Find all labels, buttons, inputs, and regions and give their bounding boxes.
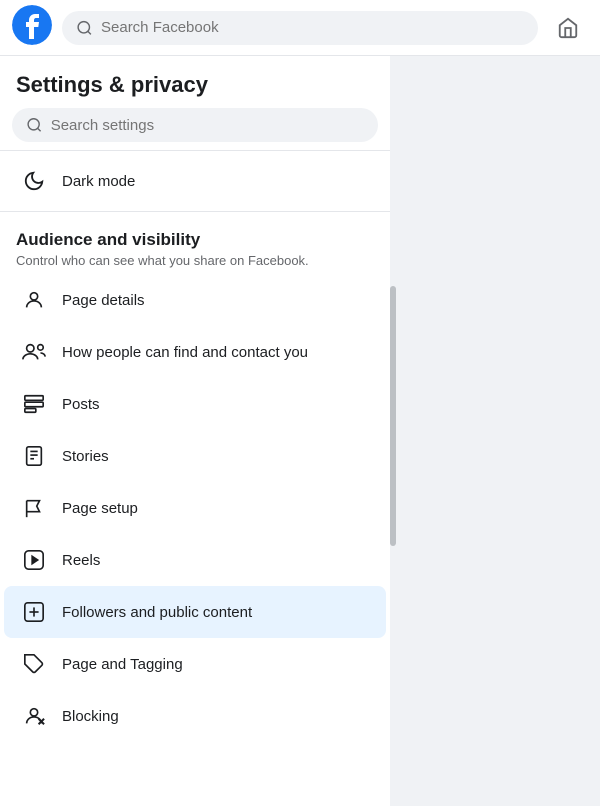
stories-icon bbox=[20, 442, 48, 470]
audience-section-header: Audience and visibility Control who can … bbox=[0, 216, 390, 274]
people-icon bbox=[20, 338, 48, 366]
blocking-label: Blocking bbox=[62, 708, 119, 725]
posts-icon bbox=[20, 390, 48, 418]
menu-item-reels[interactable]: Reels bbox=[4, 534, 386, 586]
divider-2 bbox=[0, 211, 390, 212]
facebook-logo[interactable] bbox=[12, 5, 52, 50]
search-icon bbox=[76, 19, 93, 37]
dark-mode-label: Dark mode bbox=[62, 173, 135, 190]
panel-title: Settings & privacy bbox=[0, 56, 390, 108]
page-tagging-label: Page and Tagging bbox=[62, 656, 183, 673]
flag-icon bbox=[20, 494, 48, 522]
dark-mode-icon bbox=[20, 167, 48, 195]
menu-item-followers[interactable]: Followers and public content bbox=[4, 586, 386, 638]
menu-item-stories[interactable]: Stories bbox=[4, 430, 386, 482]
divider-1 bbox=[0, 150, 390, 151]
followers-icon bbox=[20, 598, 48, 626]
menu-item-page-details[interactable]: Page details bbox=[4, 274, 386, 326]
menu-item-posts[interactable]: Posts bbox=[4, 378, 386, 430]
find-contact-label: How people can find and contact you bbox=[62, 344, 308, 361]
top-header bbox=[0, 0, 600, 56]
left-panel: Settings & privacy Dark mode Audience an… bbox=[0, 56, 390, 806]
menu-item-blocking[interactable]: Blocking bbox=[4, 690, 386, 742]
home-icon bbox=[557, 17, 579, 39]
reels-label: Reels bbox=[62, 552, 100, 569]
person-icon bbox=[20, 286, 48, 314]
menu-item-page-setup[interactable]: Page setup bbox=[4, 482, 386, 534]
posts-label: Posts bbox=[62, 396, 100, 413]
settings-search-icon bbox=[26, 116, 43, 134]
page-setup-label: Page setup bbox=[62, 500, 138, 517]
reels-icon bbox=[20, 546, 48, 574]
page-details-label: Page details bbox=[62, 292, 145, 309]
search-settings-input[interactable] bbox=[51, 117, 364, 134]
search-facebook-input[interactable] bbox=[101, 19, 524, 36]
scrollbar bbox=[390, 286, 396, 546]
settings-search-bar[interactable] bbox=[12, 108, 378, 142]
menu-item-page-tagging[interactable]: Page and Tagging bbox=[4, 638, 386, 690]
followers-label: Followers and public content bbox=[62, 604, 252, 621]
main-layout: Settings & privacy Dark mode Audience an… bbox=[0, 56, 600, 806]
audience-section-title: Audience and visibility bbox=[16, 230, 374, 250]
blocking-icon bbox=[20, 702, 48, 730]
stories-label: Stories bbox=[62, 448, 109, 465]
home-button[interactable] bbox=[548, 8, 588, 48]
search-bar[interactable] bbox=[62, 11, 538, 45]
right-panel bbox=[390, 56, 600, 806]
audience-section-subtitle: Control who can see what you share on Fa… bbox=[16, 252, 374, 270]
dark-mode-item[interactable]: Dark mode bbox=[4, 155, 386, 207]
menu-item-find-contact[interactable]: How people can find and contact you bbox=[4, 326, 386, 378]
tag-icon bbox=[20, 650, 48, 678]
